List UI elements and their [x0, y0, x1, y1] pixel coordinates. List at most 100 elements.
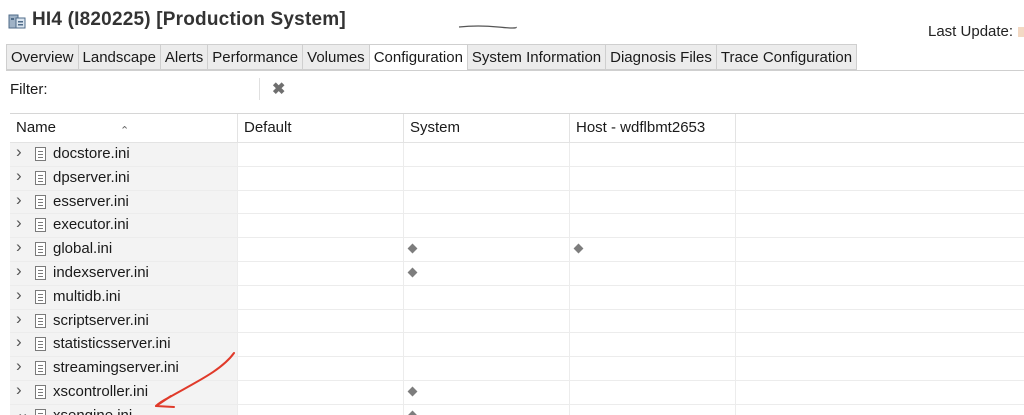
tab-trace-configuration[interactable]: Trace Configuration: [715, 44, 858, 70]
collapse-chevron-icon[interactable]: ⌄: [16, 403, 29, 415]
filler-cell: [736, 167, 1024, 190]
filler-cell: [736, 143, 1024, 166]
system-cell: [404, 261, 570, 285]
ini-file-icon: [35, 147, 46, 161]
table-row[interactable]: › global.ini: [10, 237, 1024, 262]
default-cell: [238, 214, 404, 238]
filter-label: Filter:: [10, 81, 48, 98]
ini-file-icon: [35, 361, 46, 376]
table-row[interactable]: › esserver.ini: [10, 190, 1024, 215]
clear-filter-icon[interactable]: ✖: [272, 79, 285, 99]
name-cell: › indexserver.ini: [10, 261, 238, 285]
table-row[interactable]: › scriptserver.ini: [10, 309, 1024, 334]
name-cell: › statisticsserver.ini: [10, 332, 238, 357]
system-cell: [404, 143, 570, 166]
host-cell: [570, 333, 736, 357]
table-row[interactable]: › streamingserver.ini: [10, 356, 1024, 381]
host-cell: [570, 380, 736, 404]
column-header-system[interactable]: System: [404, 114, 570, 142]
table-body: › docstore.ini › dpserver.ini › esserver.ini ›…: [10, 142, 1024, 415]
table-row[interactable]: › executor.ini: [10, 213, 1024, 239]
table-row[interactable]: › multidb.ini: [10, 285, 1024, 310]
column-header-name[interactable]: Name ⌃: [10, 114, 238, 142]
tab-alerts[interactable]: Alerts: [159, 44, 208, 70]
tab-performance[interactable]: Performance: [207, 44, 303, 70]
system-title: HI4 (I820225) [Production System]: [32, 9, 346, 30]
filter-input[interactable]: [56, 78, 260, 100]
expand-chevron-icon[interactable]: ›: [16, 190, 22, 210]
system-cell: [404, 285, 570, 309]
system-cell: [404, 333, 570, 357]
table-row[interactable]: ⌄ xsengine.ini: [10, 403, 1024, 415]
tab-landscape[interactable]: Landscape: [77, 44, 160, 70]
ini-file-icon: [35, 384, 46, 399]
host-cell: [570, 190, 736, 214]
filler-cell: [736, 214, 1024, 237]
default-cell: [238, 285, 404, 309]
expand-chevron-icon[interactable]: ›: [16, 332, 22, 352]
changed-value-diamond-icon: [407, 410, 418, 415]
system-cell: [404, 404, 570, 415]
filler-cell: [736, 310, 1024, 333]
name-cell: › dpserver.ini: [10, 166, 238, 190]
file-name: streamingserver.ini: [53, 359, 179, 377]
expand-chevron-icon[interactable]: ›: [16, 285, 22, 305]
table-row[interactable]: › xscontroller.ini: [10, 380, 1024, 405]
default-cell: [238, 333, 404, 357]
column-header-filler: [736, 114, 1024, 142]
expand-chevron-icon[interactable]: ›: [16, 309, 22, 329]
column-header-default[interactable]: Default: [238, 114, 404, 142]
table-row[interactable]: › indexserver.ini: [10, 261, 1024, 286]
expand-chevron-icon[interactable]: ›: [16, 380, 22, 400]
ini-file-icon: [35, 218, 46, 233]
tab-overview[interactable]: Overview: [6, 44, 78, 70]
filler-cell: [736, 333, 1024, 356]
file-name: multidb.ini: [53, 287, 121, 305]
tab-volumes[interactable]: Volumes: [302, 44, 369, 70]
file-name: docstore.ini: [53, 145, 130, 162]
file-name: scriptserver.ini: [53, 311, 149, 329]
editor-tabs: Overview Landscape Alerts Performance Volume…: [6, 44, 858, 71]
expand-chevron-icon[interactable]: ›: [16, 213, 22, 233]
expand-chevron-icon[interactable]: ›: [16, 261, 22, 281]
column-header-host[interactable]: Host - wdflbmt2653: [570, 114, 736, 142]
ini-file-icon: [35, 194, 46, 209]
host-cell: [570, 261, 736, 285]
filler-cell: [736, 357, 1024, 380]
tab-configuration[interactable]: Configuration: [368, 44, 467, 71]
expand-chevron-icon[interactable]: ›: [16, 166, 22, 186]
host-cell: [570, 214, 736, 238]
name-cell: › global.ini: [10, 237, 238, 261]
changed-value-diamond-icon: [407, 243, 418, 254]
ini-file-icon: [35, 408, 46, 415]
system-cell: [404, 380, 570, 404]
expand-chevron-icon[interactable]: ›: [16, 356, 22, 376]
host-cell: [570, 166, 736, 190]
ini-file-icon: [35, 337, 46, 352]
tab-diagnosis-files[interactable]: Diagnosis Files: [605, 44, 716, 70]
sort-ascending-icon: ⌃: [120, 125, 130, 137]
name-cell: › executor.ini: [10, 213, 238, 238]
ini-file-icon: [35, 170, 46, 185]
ini-file-icon: [35, 289, 46, 304]
changed-value-diamond-icon: [573, 243, 584, 254]
host-cell: [570, 143, 736, 166]
system-cell: [404, 357, 570, 380]
table-row[interactable]: › dpserver.ini: [10, 166, 1024, 191]
table-row[interactable]: › docstore.ini: [10, 142, 1024, 167]
expand-chevron-icon[interactable]: ›: [16, 237, 22, 257]
name-cell: › esserver.ini: [10, 190, 238, 214]
system-database-icon: [8, 14, 26, 29]
title-bar: HI4 (I820225) [Production System] Last U…: [0, 0, 1024, 42]
ini-file-icon: [35, 242, 46, 257]
file-name: xsengine.ini: [53, 405, 132, 415]
filler-cell: [736, 262, 1024, 285]
host-cell: [570, 357, 736, 380]
name-cell: › xscontroller.ini: [10, 380, 238, 404]
tab-system-information[interactable]: System Information: [466, 44, 606, 70]
name-cell: › scriptserver.ini: [10, 309, 238, 333]
file-name: statisticsserver.ini: [53, 335, 171, 353]
table-row[interactable]: › statisticsserver.ini: [10, 332, 1024, 358]
expand-chevron-icon[interactable]: ›: [16, 142, 22, 162]
title-redaction-mark: [458, 25, 517, 29]
